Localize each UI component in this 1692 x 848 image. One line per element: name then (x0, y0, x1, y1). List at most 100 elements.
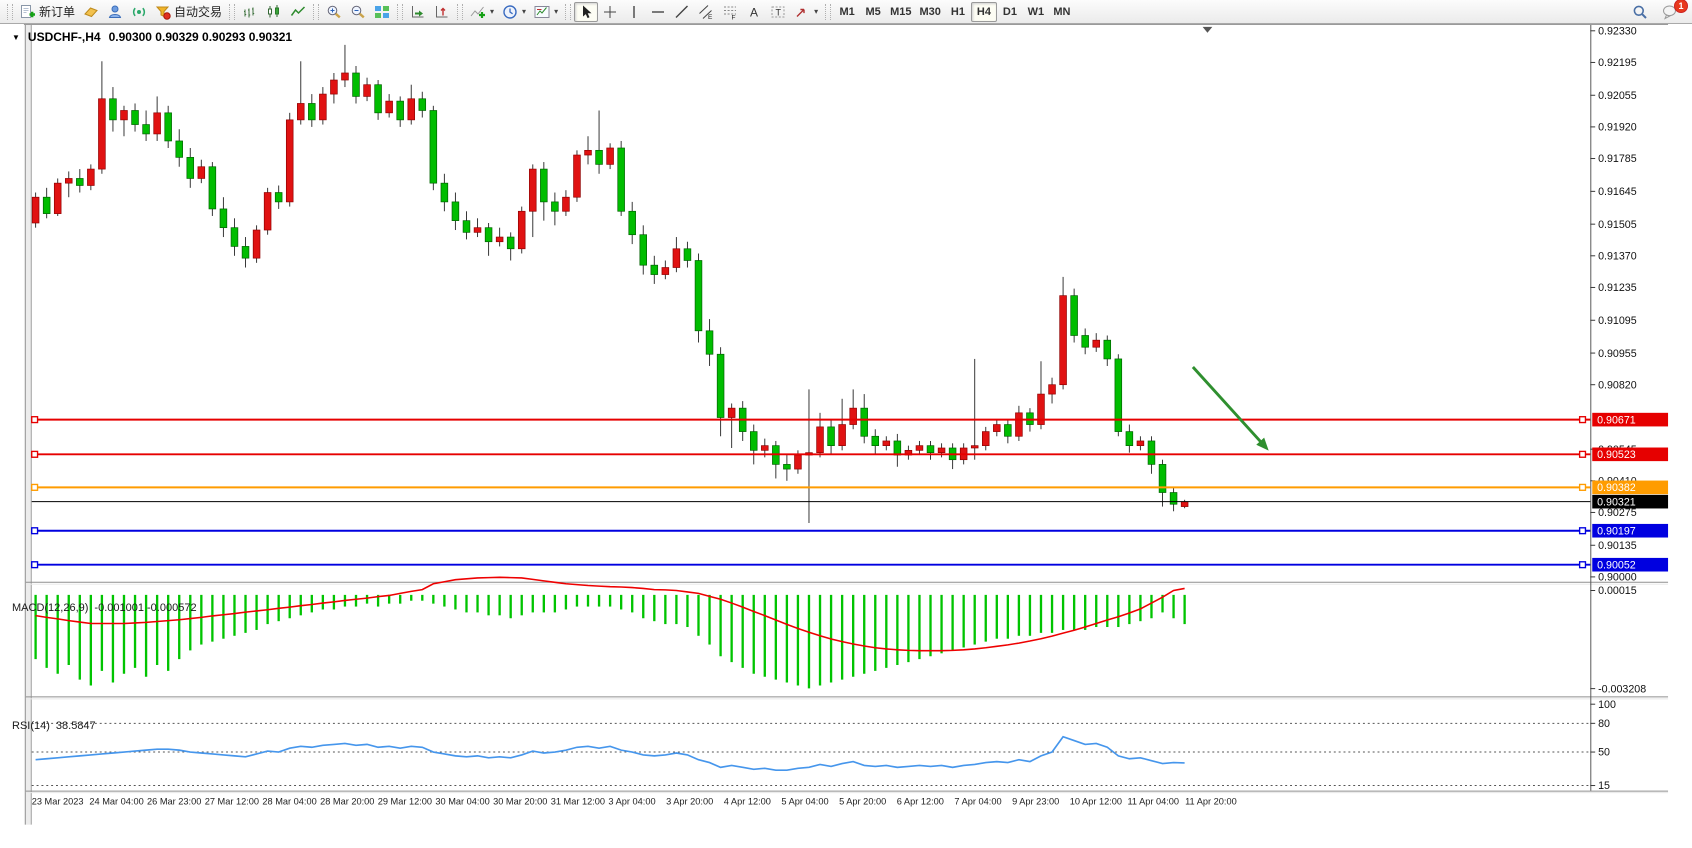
timeframe-m5-button[interactable]: M5 (860, 2, 886, 22)
cursor-icon (578, 4, 594, 20)
time-label[interactable]: 31 Mar 12:00 (551, 796, 605, 806)
svg-text:0.91785: 0.91785 (1598, 153, 1637, 165)
trendline-button[interactable] (670, 2, 694, 22)
hline-handle[interactable] (32, 562, 38, 568)
time-label[interactable]: 23 Mar 2023 (32, 796, 84, 806)
tile-windows-button[interactable] (370, 2, 394, 22)
profile-button[interactable] (103, 2, 127, 22)
timeframe-h4-button[interactable]: H4 (971, 2, 997, 22)
candle-body (220, 209, 227, 228)
timeframe-m30-button[interactable]: M30 (916, 2, 945, 22)
market-button[interactable] (79, 2, 103, 22)
time-label[interactable]: 30 Mar 20:00 (493, 796, 547, 806)
collapse-arrow-icon[interactable]: ▼ (12, 33, 20, 42)
time-label[interactable]: 28 Mar 20:00 (320, 796, 374, 806)
time-label[interactable]: 11 Apr 20:00 (1185, 796, 1237, 806)
channel-icon: E (698, 4, 714, 20)
text-label-button[interactable]: T (766, 2, 790, 22)
line-chart-button[interactable] (286, 2, 310, 22)
hline-handle[interactable] (32, 451, 38, 457)
time-label[interactable]: 3 Apr 20:00 (666, 796, 713, 806)
timeframe-w1-button[interactable]: W1 (1023, 2, 1049, 22)
time-label[interactable]: 27 Mar 12:00 (205, 796, 259, 806)
time-label[interactable]: 29 Mar 12:00 (378, 796, 432, 806)
time-label[interactable]: 4 Apr 12:00 (724, 796, 771, 806)
candlestick-chart-button[interactable] (262, 2, 286, 22)
new-order-button[interactable]: 新订单 (16, 2, 79, 22)
rsi-value: 38.5847 (56, 720, 96, 732)
time-label[interactable]: 28 Mar 04:00 (262, 796, 316, 806)
time-label[interactable]: 5 Apr 04:00 (781, 796, 828, 806)
time-label[interactable]: 26 Mar 23:00 (147, 796, 201, 806)
chart-window: ▼ USDCHF-,H4 0.90300 0.90329 0.90293 0.9… (0, 24, 1692, 848)
text-button[interactable]: A (742, 2, 766, 22)
candle-body (839, 425, 846, 446)
toolbar-grip[interactable] (229, 4, 235, 20)
candle-body (783, 464, 790, 469)
time-label[interactable]: 5 Apr 20:00 (839, 796, 886, 806)
indicators-button[interactable]: ▾ (466, 2, 498, 22)
timeframe-mn-button[interactable]: MN (1049, 2, 1075, 22)
bar-chart-icon (242, 4, 258, 20)
toolbar-grip[interactable] (825, 4, 831, 20)
periods-button[interactable]: ▾ (498, 2, 530, 22)
chart-title: ▼ USDCHF-,H4 0.90300 0.90329 0.90293 0.9… (12, 30, 292, 44)
hline-handle[interactable] (1580, 484, 1586, 490)
candle-body (728, 408, 735, 417)
time-label[interactable]: 3 Apr 04:00 (608, 796, 655, 806)
toolbar-grip[interactable] (7, 4, 13, 20)
hline-handle[interactable] (1580, 451, 1586, 457)
search-button[interactable] (1628, 2, 1652, 22)
candle-body (176, 141, 183, 157)
hline-handle[interactable] (1580, 562, 1586, 568)
candle-body (1126, 432, 1133, 446)
hline-handle[interactable] (32, 484, 38, 490)
chart-shift-button[interactable] (430, 2, 454, 22)
hline-handle[interactable] (1580, 528, 1586, 534)
signals-button[interactable] (127, 2, 151, 22)
hline-handle[interactable] (1580, 417, 1586, 423)
time-label[interactable]: 11 Apr 04:00 (1127, 796, 1179, 806)
time-label[interactable]: 10 Apr 12:00 (1070, 796, 1122, 806)
macd-values: -0.001001 -0.000572 (94, 602, 196, 614)
timeframe-m1-button[interactable]: M1 (834, 2, 860, 22)
candle-body (264, 193, 271, 231)
channel-button[interactable]: E (694, 2, 718, 22)
time-label[interactable]: 6 Apr 12:00 (897, 796, 944, 806)
zoom-out-icon (350, 4, 366, 20)
bar-chart-button[interactable] (238, 2, 262, 22)
toolbar-grip[interactable] (565, 4, 571, 20)
price-chart-canvas[interactable]: 0.923300.921950.920550.919200.917850.916… (0, 24, 1692, 848)
toolbar-grip[interactable] (397, 4, 403, 20)
candle-body (1093, 340, 1100, 347)
cursor-button[interactable] (574, 2, 598, 22)
algo-trading-button[interactable]: 自动交易 (151, 2, 226, 22)
svg-text:100: 100 (1598, 699, 1616, 711)
timeframe-toolbar: M1M5M15M30H1H4D1W1MN (834, 2, 1075, 22)
time-label[interactable]: 9 Apr 23:00 (1012, 796, 1059, 806)
hline-handle[interactable] (32, 528, 38, 534)
toolbar-grip[interactable] (457, 4, 463, 20)
chat-button[interactable]: 1 (1658, 2, 1682, 22)
templates-button[interactable]: ▾ (530, 2, 562, 22)
arrows-button[interactable]: ▾ (790, 2, 822, 22)
svg-text:15: 15 (1598, 780, 1610, 792)
hline-handle[interactable] (32, 417, 38, 423)
timeframe-m15-button[interactable]: M15 (886, 2, 915, 22)
time-label[interactable]: 30 Mar 04:00 (435, 796, 489, 806)
crosshair-button[interactable] (598, 2, 622, 22)
zoom-out-button[interactable] (346, 2, 370, 22)
toolbar-grip[interactable] (313, 4, 319, 20)
vertical-line-icon (626, 4, 642, 20)
horizontal-line-button[interactable] (646, 2, 670, 22)
fibonacci-button[interactable]: F (718, 2, 742, 22)
timeframe-d1-button[interactable]: D1 (997, 2, 1023, 22)
time-label[interactable]: 7 Apr 04:00 (954, 796, 1001, 806)
auto-scroll-button[interactable] (406, 2, 430, 22)
timeframe-h1-button[interactable]: H1 (945, 2, 971, 22)
zoom-in-button[interactable] (322, 2, 346, 22)
vertical-line-button[interactable] (622, 2, 646, 22)
time-label[interactable]: 24 Mar 04:00 (89, 796, 143, 806)
candle-body (275, 193, 282, 202)
candle-body (297, 103, 304, 119)
